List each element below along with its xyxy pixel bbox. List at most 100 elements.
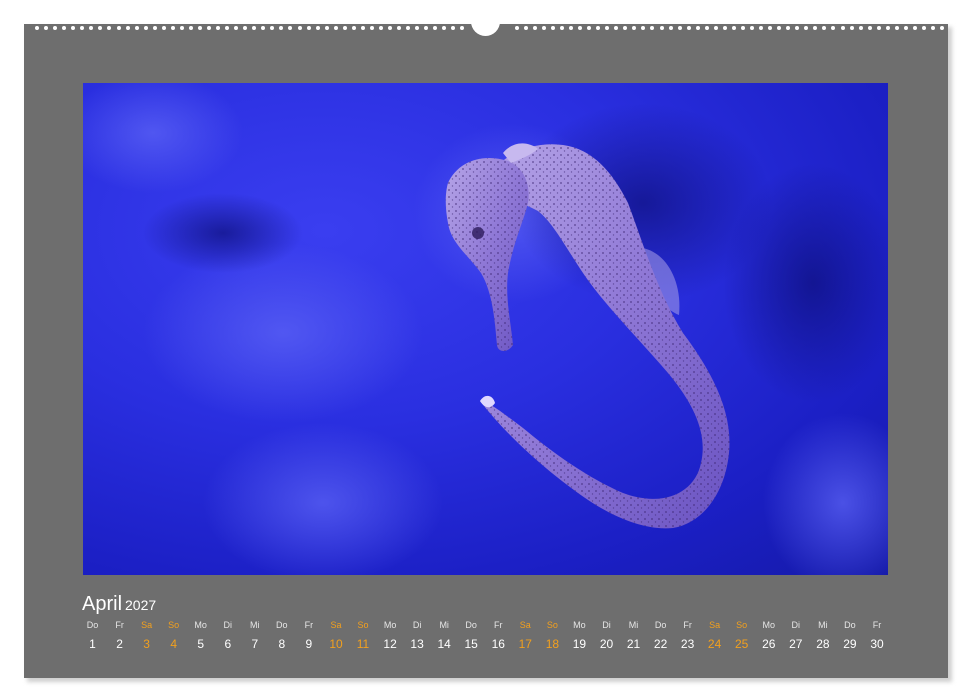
binding-hole bbox=[578, 26, 582, 30]
day-number: 29 bbox=[843, 637, 857, 651]
day-of-week-label: Di bbox=[412, 620, 422, 630]
day-of-week-label: So bbox=[736, 620, 748, 630]
day-of-week-label: Do bbox=[86, 620, 99, 630]
day-of-week-label: Sa bbox=[519, 620, 531, 630]
day-of-week-label: Fr bbox=[683, 620, 692, 630]
day-number: 9 bbox=[305, 637, 313, 651]
binding-hole bbox=[306, 26, 311, 30]
binding-hole bbox=[550, 26, 555, 30]
binding-hole bbox=[188, 26, 193, 30]
day-number: 2 bbox=[116, 637, 123, 651]
binding-hole bbox=[659, 26, 664, 30]
day-cell: So 4 bbox=[160, 620, 187, 651]
day-cell: Mo 19 bbox=[566, 620, 593, 651]
day-cell: Mi 28 bbox=[809, 620, 836, 651]
binding-hole bbox=[297, 26, 302, 30]
binding-hole bbox=[324, 26, 329, 30]
day-cell: Sa 10 bbox=[323, 620, 350, 651]
binding-hole bbox=[216, 26, 220, 30]
day-number: 28 bbox=[816, 637, 830, 651]
day-cell: Mi 21 bbox=[620, 620, 647, 651]
binding-hole bbox=[351, 26, 356, 30]
binding-hole bbox=[179, 26, 184, 30]
day-number: 18 bbox=[545, 637, 560, 651]
day-cell: Sa 17 bbox=[512, 620, 539, 651]
day-of-week-label: Fr bbox=[304, 620, 314, 630]
day-cell: Di 20 bbox=[593, 620, 620, 651]
day-of-week-label: So bbox=[357, 620, 369, 630]
day-number: 23 bbox=[680, 637, 695, 651]
binding-hole bbox=[134, 26, 139, 30]
day-cell: Sa 24 bbox=[701, 620, 728, 651]
binding-hole bbox=[686, 26, 691, 30]
day-cell: Mo 12 bbox=[377, 620, 404, 651]
day-cell: Mi 14 bbox=[431, 620, 458, 651]
day-number: 17 bbox=[518, 637, 532, 651]
day-of-week-label: Mo bbox=[383, 620, 397, 630]
day-number: 15 bbox=[464, 637, 478, 651]
binding-hole bbox=[116, 26, 121, 30]
day-number: 1 bbox=[89, 637, 96, 651]
day-cell: Di 27 bbox=[782, 620, 809, 651]
binding-hole bbox=[397, 26, 401, 30]
day-number: 24 bbox=[707, 637, 722, 651]
day-of-week-label: Mi bbox=[628, 620, 639, 630]
day-number: 19 bbox=[572, 637, 587, 651]
binding-hole bbox=[704, 26, 709, 30]
day-number: 3 bbox=[143, 637, 150, 651]
days-row: Do 1 Fr 2 Sa 3 So 4 Mo 5 Di 6 Mi 7 Do 8 Fr 9 Sa 10 So 11 Mo 12 D… bbox=[79, 620, 899, 660]
day-of-week-label: Di bbox=[791, 620, 801, 630]
binding-hole bbox=[903, 26, 908, 30]
day-cell: Di 13 bbox=[404, 620, 431, 651]
day-of-week-label: Do bbox=[276, 620, 288, 630]
binding-hole bbox=[940, 26, 944, 30]
day-number: 7 bbox=[251, 637, 259, 651]
month-title: April 2027 bbox=[82, 592, 156, 617]
day-of-week-label: Di bbox=[602, 620, 611, 630]
day-of-week-label: Do bbox=[465, 620, 477, 630]
binding-hole bbox=[722, 26, 727, 30]
binding-hole bbox=[894, 26, 899, 30]
day-of-week-label: So bbox=[546, 620, 558, 630]
binding-hole bbox=[523, 26, 528, 30]
binding-hole bbox=[369, 26, 374, 30]
day-cell: Mi 7 bbox=[241, 620, 268, 651]
day-cell: Fr 16 bbox=[485, 620, 512, 651]
binding-hole bbox=[342, 26, 347, 30]
binding-hole bbox=[885, 26, 890, 30]
day-cell: So 25 bbox=[728, 620, 755, 651]
binding-hole bbox=[143, 26, 148, 30]
binding-hole bbox=[44, 26, 48, 30]
binding-hole bbox=[514, 26, 519, 30]
day-number: 8 bbox=[278, 637, 286, 651]
binding-hole bbox=[849, 26, 854, 30]
day-cell: So 18 bbox=[539, 620, 566, 651]
day-cell: Do 8 bbox=[268, 620, 295, 651]
bokeh-blob bbox=[203, 423, 443, 575]
seahorse-illustration bbox=[83, 83, 888, 575]
day-cell: Do 15 bbox=[458, 620, 485, 651]
day-number: 4 bbox=[170, 637, 178, 651]
day-number: 12 bbox=[383, 637, 397, 651]
day-cell: Do 1 bbox=[79, 620, 106, 651]
binding-hole bbox=[931, 26, 935, 30]
day-cell: Do 22 bbox=[647, 620, 674, 651]
binding-hole bbox=[740, 26, 745, 30]
binding-hole bbox=[668, 26, 673, 30]
bokeh-blob bbox=[83, 83, 243, 193]
binding-hole bbox=[378, 26, 383, 30]
day-of-week-label: Mi bbox=[250, 620, 260, 630]
day-of-week-label: Mo bbox=[573, 620, 586, 630]
binding-hole bbox=[912, 26, 917, 30]
calendar-page: April 2027 Do 1 Fr 2 Sa 3 So 4 Mo 5 Di 6 Mi 7 Do 8 Fr 9 Sa 1… bbox=[0, 0, 971, 700]
binding-hole bbox=[197, 26, 202, 30]
binding-hole bbox=[152, 26, 157, 30]
bokeh-blob bbox=[763, 413, 888, 575]
day-cell: Di 6 bbox=[214, 620, 241, 651]
binding-hole bbox=[532, 26, 537, 30]
binding-hole bbox=[315, 26, 320, 30]
day-cell: Fr 9 bbox=[295, 620, 322, 651]
day-of-week-label: Mo bbox=[762, 620, 776, 630]
binding-hole bbox=[333, 26, 338, 30]
binding-hole bbox=[677, 26, 682, 30]
